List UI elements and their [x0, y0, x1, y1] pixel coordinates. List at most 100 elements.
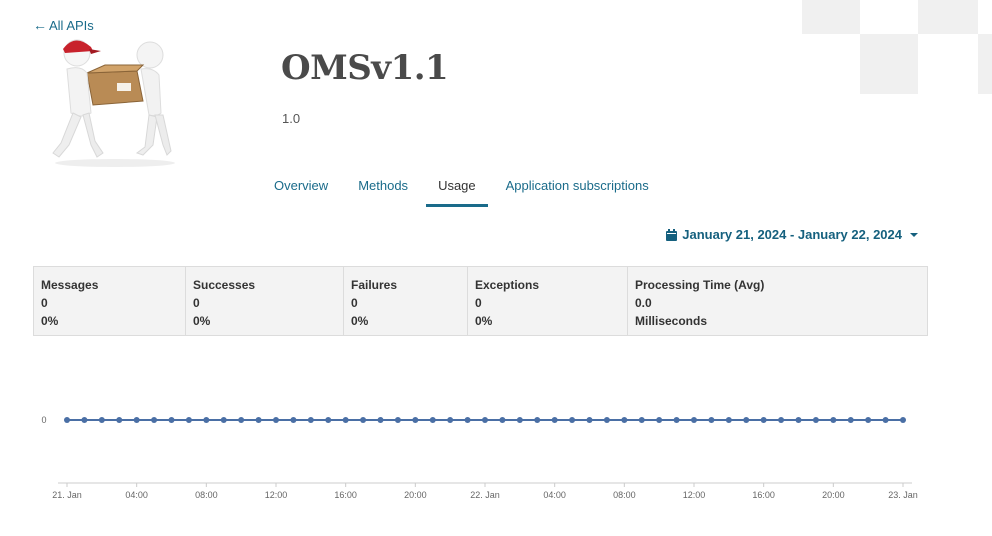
data-point — [98, 417, 105, 423]
data-point — [499, 417, 506, 423]
calendar-icon — [666, 228, 678, 241]
data-point — [900, 417, 906, 423]
corner-decoration-2 — [860, 34, 918, 94]
data-point — [429, 417, 436, 423]
stat-successes: Successes 0 0% — [186, 267, 344, 335]
data-point — [812, 417, 819, 423]
data-point — [255, 417, 262, 423]
data-point — [238, 417, 245, 423]
x-tick-label: 08:00 — [613, 490, 636, 500]
stat-title: Exceptions — [475, 278, 540, 292]
x-tick-label: 21. Jan — [52, 490, 82, 500]
arrow-left-icon: ← — [33, 17, 47, 33]
stat-sub: 0% — [475, 314, 493, 328]
stat-sub: 0% — [41, 314, 59, 328]
data-point — [638, 417, 645, 423]
data-point — [290, 417, 297, 423]
stat-title: Failures — [351, 278, 398, 292]
usage-stats-panel: Messages 0 0% Successes 0 0% Failures 0 … — [33, 266, 928, 336]
stat-sub: 0% — [351, 314, 369, 328]
data-point — [482, 417, 488, 423]
data-point — [725, 417, 732, 423]
data-point — [464, 417, 471, 423]
data-point — [691, 417, 697, 423]
data-point — [447, 417, 454, 423]
data-point — [377, 417, 384, 423]
data-point — [656, 417, 663, 423]
stat-messages: Messages 0 0% — [34, 267, 186, 335]
data-point — [342, 417, 349, 423]
stat-title: Messages — [41, 278, 99, 292]
stat-value: 0 — [475, 296, 482, 310]
data-point — [394, 417, 401, 423]
data-point — [273, 417, 279, 423]
x-tick-label: 12:00 — [683, 490, 706, 500]
data-point — [116, 417, 123, 423]
data-point — [847, 417, 854, 423]
data-point — [586, 417, 593, 423]
data-point — [360, 417, 367, 423]
stat-processing-time: Processing Time (Avg) 0.0 Milliseconds — [628, 267, 927, 335]
data-point — [81, 417, 88, 423]
api-version: 1.0 — [282, 111, 301, 126]
data-point — [168, 417, 175, 423]
all-apis-link[interactable]: ← All APIs — [33, 17, 94, 33]
stat-title: Processing Time (Avg) — [635, 278, 765, 292]
data-point — [865, 417, 872, 423]
data-point — [795, 417, 802, 423]
chevron-down-icon — [910, 232, 918, 237]
stat-value: 0.0 — [635, 296, 652, 310]
data-point — [534, 417, 541, 423]
delivery-people-carrying-box-icon — [52, 39, 175, 167]
data-point — [516, 417, 523, 423]
all-apis-label: All APIs — [49, 17, 94, 33]
data-point — [551, 417, 558, 423]
x-tick-label: 16:00 — [752, 490, 775, 500]
data-point — [185, 417, 192, 423]
date-range-picker[interactable]: January 21, 2024 - January 22, 2024 — [666, 227, 918, 242]
data-point — [133, 417, 140, 423]
x-tick-label: 04:00 — [125, 490, 148, 500]
data-point — [882, 417, 889, 423]
data-point — [220, 417, 227, 423]
stat-sub: 0% — [193, 314, 211, 328]
date-range-label: January 21, 2024 - January 22, 2024 — [682, 227, 902, 242]
stat-value: 0 — [41, 296, 48, 310]
stat-title: Successes — [193, 278, 256, 292]
data-point — [307, 417, 314, 423]
x-tick-label: 12:00 — [265, 490, 288, 500]
stat-sub: Milliseconds — [635, 314, 708, 328]
corner-decoration-3 — [918, 0, 978, 34]
data-point — [760, 417, 767, 423]
data-point — [151, 417, 158, 423]
x-tick-label: 16:00 — [334, 490, 357, 500]
x-tick-label: 23. Jan — [888, 490, 918, 500]
data-point — [743, 417, 750, 423]
tab-bar: Overview Methods Usage Application subsc… — [262, 170, 667, 207]
tab-application-subscriptions[interactable]: Application subscriptions — [494, 170, 661, 207]
data-point — [708, 417, 715, 423]
data-point — [603, 417, 610, 423]
tab-overview[interactable]: Overview — [262, 170, 340, 207]
data-point — [673, 417, 680, 423]
stat-failures: Failures 0 0% — [344, 267, 468, 335]
stat-value: 0 — [193, 296, 200, 310]
data-point — [830, 417, 837, 423]
usage-line-chart: 0 21. Jan 04:00 08:00 12:00 16:00 20:00 22. Jan… — [41, 415, 918, 500]
data-point — [621, 417, 628, 423]
data-point — [64, 417, 70, 423]
x-tick-label: 08:00 — [195, 490, 218, 500]
data-point — [325, 417, 332, 423]
corner-decoration-4 — [978, 34, 992, 94]
stat-value: 0 — [351, 296, 358, 310]
tab-methods[interactable]: Methods — [346, 170, 420, 207]
data-point — [569, 417, 576, 423]
data-point — [412, 417, 419, 423]
x-tick-label: 20:00 — [822, 490, 845, 500]
x-tick-label: 22. Jan — [470, 490, 500, 500]
data-point — [778, 417, 785, 423]
tab-usage[interactable]: Usage — [426, 170, 488, 207]
x-tick-label: 20:00 — [404, 490, 427, 500]
api-title: OMSv1.1 — [281, 48, 449, 88]
stat-exceptions: Exceptions 0 0% — [468, 267, 628, 335]
